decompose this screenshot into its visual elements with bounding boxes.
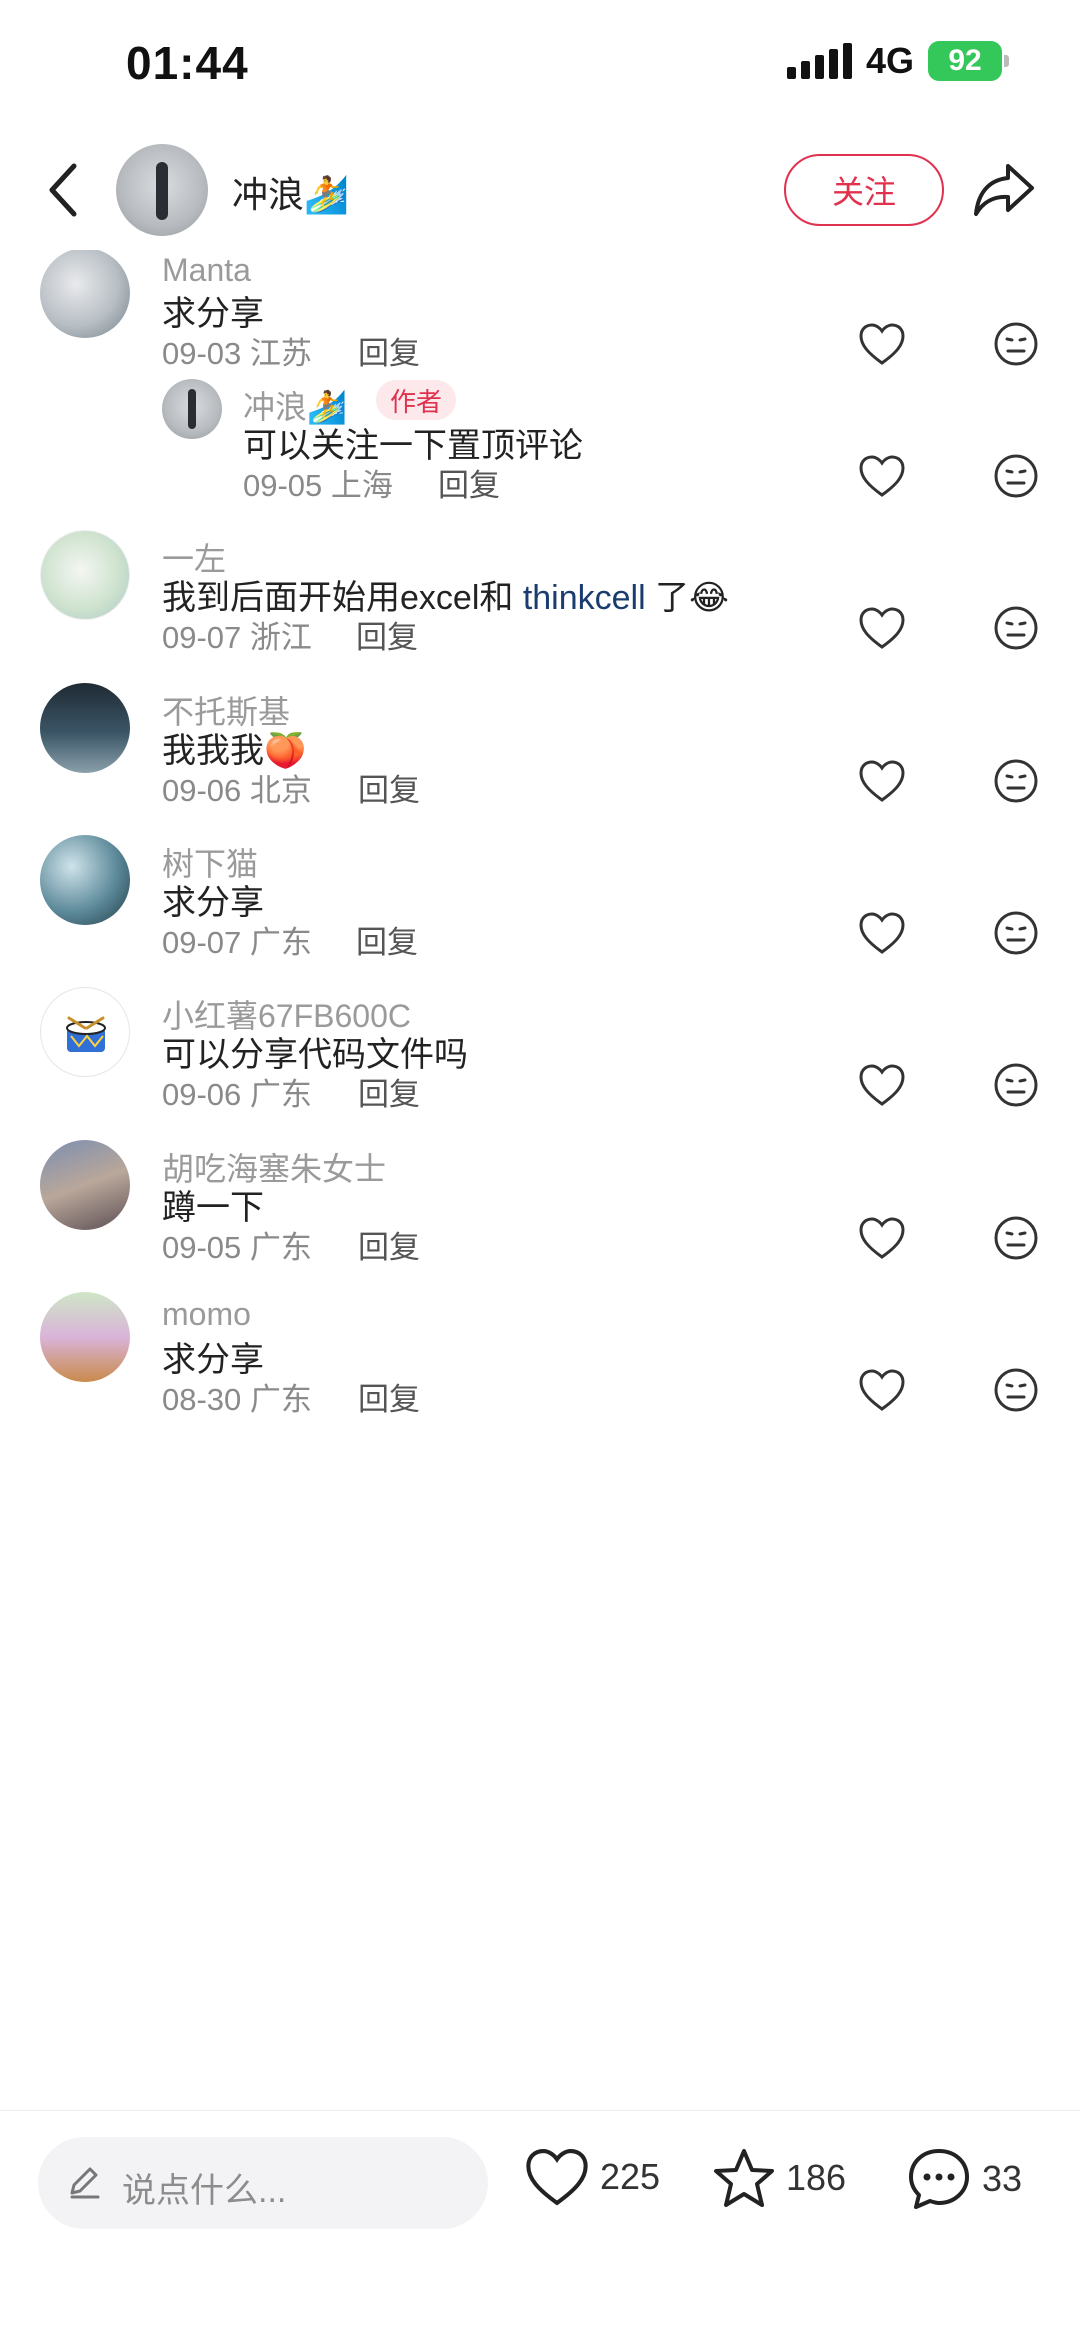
commenter-name[interactable]: momo xyxy=(162,1296,251,1333)
heart-icon[interactable] xyxy=(858,1216,906,1260)
status-indicators: 4G 92 xyxy=(786,40,1009,82)
reply-button[interactable]: 回复 xyxy=(358,765,420,810)
status-bar: 01:44 4G 92 xyxy=(0,0,1080,130)
comment-bubble-icon xyxy=(909,2149,969,2209)
status-time: 01:44 xyxy=(126,37,249,89)
comment-input[interactable]: 说点什么... xyxy=(38,2137,488,2229)
commenter-name[interactable]: Manta xyxy=(162,252,251,289)
favorite-count: 186 xyxy=(786,2157,847,2198)
comment-meta: 09-05 广东 xyxy=(162,1230,312,1265)
comment-button[interactable]: 33 xyxy=(906,2147,1022,2211)
comment-meta: 09-03 江苏 xyxy=(162,336,312,371)
heart-icon xyxy=(526,2149,588,2206)
share-button[interactable] xyxy=(972,160,1036,220)
comment-meta: 09-06 广东 xyxy=(162,1077,312,1112)
heart-icon[interactable] xyxy=(858,1063,906,1107)
reply-button[interactable]: 回复 xyxy=(356,917,418,962)
heart-icon[interactable] xyxy=(858,911,906,955)
emoji-reaction-icon[interactable] xyxy=(993,321,1039,367)
heart-icon[interactable] xyxy=(858,454,906,498)
drum-icon xyxy=(66,1016,106,1052)
commenter-avatar[interactable] xyxy=(40,1140,130,1230)
heart-icon[interactable] xyxy=(858,322,906,366)
network-type: 4G xyxy=(865,40,914,81)
heart-icon[interactable] xyxy=(858,1368,906,1412)
back-button[interactable] xyxy=(38,158,88,222)
star-icon xyxy=(714,2149,774,2207)
like-button[interactable]: 225 xyxy=(524,2147,660,2207)
comment-list[interactable]: 09-07 上海 回复 3 Manta 求分享 09-03 江苏 回复 冲浪🏄 … xyxy=(0,250,1080,2110)
reply-button[interactable]: 回复 xyxy=(358,1222,420,1267)
emoji-reaction-icon[interactable] xyxy=(993,1367,1039,1413)
heart-icon[interactable] xyxy=(858,606,906,650)
comment-meta: 09-05 上海 xyxy=(243,468,393,503)
commenter-avatar[interactable] xyxy=(40,1292,130,1382)
emoji-reaction-icon[interactable] xyxy=(993,758,1039,804)
reply-button[interactable]: 回复 xyxy=(358,1374,420,1419)
reply-button[interactable]: 回复 xyxy=(358,1069,420,1114)
emoji-reaction-icon[interactable] xyxy=(993,605,1039,651)
comment-meta: 09-07 广东 xyxy=(162,925,312,960)
emoji-reaction-icon[interactable] xyxy=(993,453,1039,499)
author-avatar[interactable] xyxy=(116,144,208,236)
favorite-button[interactable]: 186 xyxy=(712,2147,846,2209)
commenter-avatar[interactable] xyxy=(40,530,130,620)
like-count: 225 xyxy=(600,2156,661,2197)
chevron-left-icon xyxy=(49,163,77,217)
emoji-reaction-icon[interactable] xyxy=(993,1062,1039,1108)
author-name[interactable]: 冲浪🏄 xyxy=(232,166,349,218)
share-icon xyxy=(974,164,1034,216)
comment-meta: 09-06 北京 xyxy=(162,773,312,808)
signal-icon xyxy=(786,43,852,79)
input-placeholder: 说点什么... xyxy=(122,2172,287,2210)
reply-button[interactable]: 回复 xyxy=(356,612,418,657)
emoji-reaction-icon[interactable] xyxy=(993,910,1039,956)
comment-meta: 08-30 广东 xyxy=(162,1382,312,1417)
post-header: 冲浪🏄 关注 xyxy=(0,130,1080,250)
replier-avatar[interactable] xyxy=(162,379,222,439)
emoji-reaction-icon[interactable] xyxy=(993,1215,1039,1261)
battery-level: 92 xyxy=(948,44,982,77)
pencil-icon xyxy=(70,2167,100,2199)
commenter-avatar[interactable] xyxy=(40,987,130,1077)
commenter-avatar[interactable] xyxy=(40,835,130,925)
comment-meta: 09-07 浙江 xyxy=(162,620,312,655)
heart-icon[interactable] xyxy=(858,759,906,803)
commenter-avatar[interactable] xyxy=(40,683,130,773)
bottom-action-bar: 说点什么... 225 186 33 xyxy=(0,2110,1080,2337)
reply-button[interactable]: 回复 xyxy=(358,328,420,373)
follow-button[interactable]: 关注 xyxy=(784,154,944,226)
commenter-avatar[interactable] xyxy=(40,250,130,338)
keyword-link[interactable]: thinkcell xyxy=(523,579,646,617)
battery-icon: 92 xyxy=(928,41,1009,81)
author-badge: 作者 xyxy=(376,380,457,420)
comment-count: 33 xyxy=(982,2158,1023,2199)
reply-button[interactable]: 回复 xyxy=(438,460,500,505)
